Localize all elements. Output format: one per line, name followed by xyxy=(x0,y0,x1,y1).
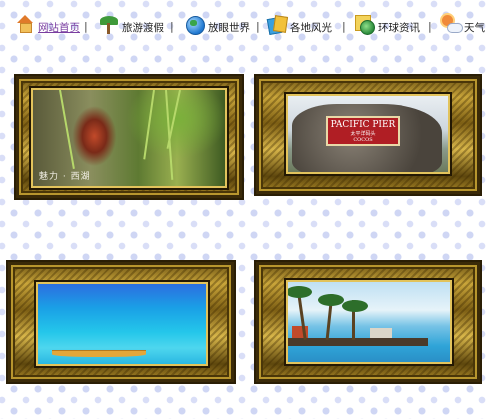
nav-weather-link[interactable]: 天气 xyxy=(440,13,485,37)
nav-separator: | xyxy=(84,20,88,33)
weather-icon xyxy=(440,14,463,36)
earth-news-icon xyxy=(354,14,376,36)
boat xyxy=(52,350,146,357)
house-icon xyxy=(14,14,36,36)
gallery-photo-3[interactable] xyxy=(36,282,208,366)
palm-crown xyxy=(318,294,344,306)
nav-home-label: 网站首页 xyxy=(38,22,80,34)
sign-small-text: COCOS xyxy=(353,137,373,143)
nav-travel-link[interactable]: 旅游渡假 xyxy=(98,13,164,37)
sign-title: PACIFIC PIER xyxy=(330,120,396,130)
willow-branch xyxy=(59,90,75,169)
nav-world-label: 放眼世界 xyxy=(208,22,250,34)
globe-icon xyxy=(184,14,206,36)
nav-news-label: 环球资讯 xyxy=(378,22,420,34)
hut xyxy=(370,328,392,338)
pacific-pier-sign: PACIFIC PIER 太平洋码头 COCOS xyxy=(326,116,400,146)
gallery-frame-1[interactable]: 魅力 · 西湖 xyxy=(14,74,244,200)
nav-separator: | xyxy=(256,20,260,33)
nav-world-link[interactable]: 放眼世界 xyxy=(184,13,250,37)
gallery-photo-1[interactable]: 魅力 · 西湖 xyxy=(31,88,227,188)
gallery-photo-2[interactable]: PACIFIC PIER 太平洋码头 COCOS xyxy=(286,94,450,174)
nav-separator: | xyxy=(428,20,432,33)
nav-separator: | xyxy=(342,20,346,33)
nav-scenery-link[interactable]: 各地风光 xyxy=(266,13,332,37)
gallery-photo-4[interactable] xyxy=(286,280,452,364)
nav-scenery-label: 各地风光 xyxy=(290,22,332,34)
willow-branch xyxy=(143,90,155,160)
palm-crown xyxy=(342,300,368,312)
gallery-frame-2[interactable]: PACIFIC PIER 太平洋码头 COCOS xyxy=(254,74,482,196)
nav-home-link[interactable]: 网站首页 xyxy=(14,13,80,37)
nav-weather-label: 天气 xyxy=(464,22,485,34)
nav-news-link[interactable]: 环球资讯 xyxy=(354,13,420,37)
nav-travel-label: 旅游渡假 xyxy=(122,22,164,34)
nav-separator: | xyxy=(170,20,174,33)
palm-crown xyxy=(288,286,312,298)
top-navigation: 网站首页 | 旅游渡假 | 放眼世界 | 各地风光 | 环球资讯 | 天气 xyxy=(0,0,490,44)
gallery-frame-3[interactable] xyxy=(6,260,236,384)
palm-tree-icon xyxy=(98,14,120,36)
photos-icon xyxy=(266,14,288,36)
photo-caption: 魅力 · 西湖 xyxy=(39,172,91,182)
gallery-frame-4[interactable] xyxy=(254,260,482,384)
pier-deck xyxy=(288,338,428,346)
